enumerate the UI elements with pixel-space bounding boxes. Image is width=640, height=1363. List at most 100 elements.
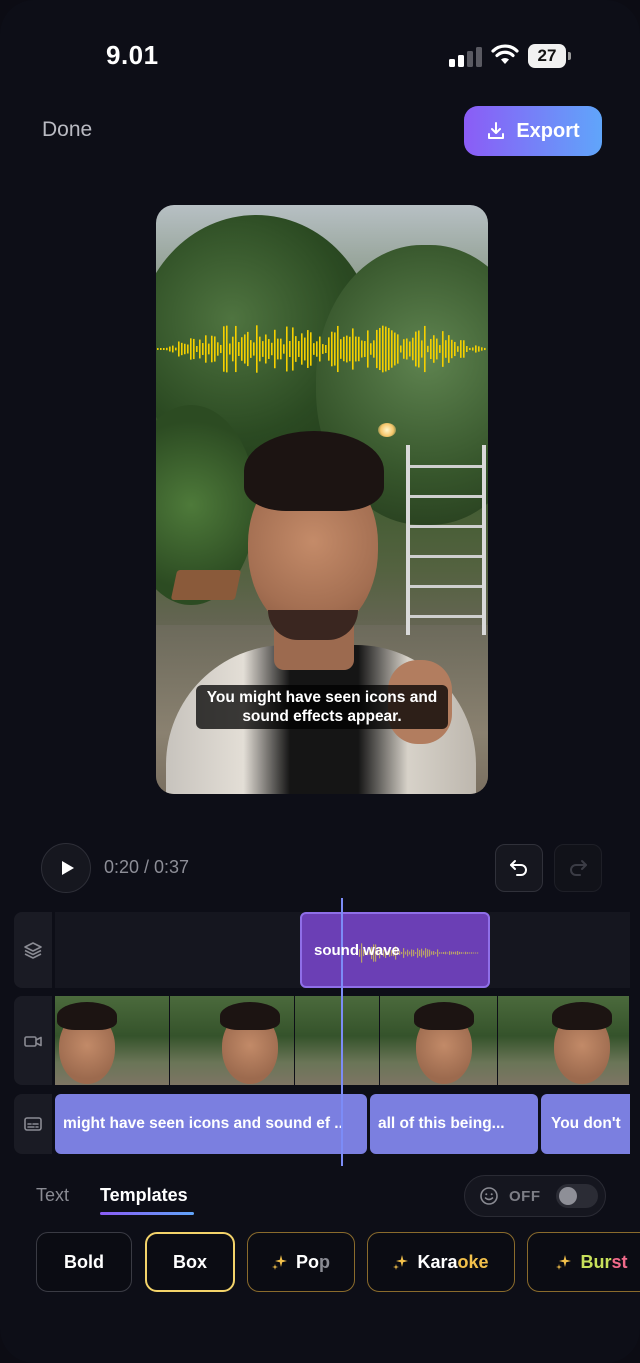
waveform-bar (460, 340, 462, 358)
waveform-bar (417, 948, 419, 958)
waveform-bar (169, 346, 171, 352)
video-frame (380, 996, 498, 1085)
captions-track-button[interactable] (14, 1094, 52, 1154)
waveform-bar (295, 336, 297, 362)
waveform-bar (247, 331, 249, 367)
waveform-bar (403, 339, 405, 359)
caption-overlay: You might have seen icons and sound effe… (196, 685, 448, 729)
waveform-bar (385, 326, 387, 372)
video-frame (295, 996, 380, 1085)
waveform-bar (196, 346, 198, 352)
toggle-switch[interactable] (556, 1184, 598, 1208)
sound-wave-overlay (157, 325, 486, 373)
waveform-bar (280, 338, 282, 360)
waveform-bar (211, 335, 213, 363)
video-track-button[interactable] (14, 996, 52, 1085)
cellular-signal-icon (449, 45, 483, 67)
waveform-bar (473, 952, 475, 954)
waveform-bar (447, 952, 449, 954)
waveform-bar (441, 952, 443, 954)
waveform-bar (475, 345, 477, 353)
waveform-bar (232, 336, 234, 362)
waveform-bar (238, 342, 240, 356)
waveform-bar (463, 952, 465, 954)
waveform-bar (292, 327, 294, 371)
sparkle-icon (393, 1255, 409, 1270)
tab-templates[interactable]: Templates (100, 1185, 188, 1206)
waveform-bar (304, 337, 306, 361)
caption-clip[interactable]: all of this being... (370, 1094, 538, 1154)
waveform-bar (220, 344, 222, 354)
waveform-bar (181, 342, 183, 356)
waveform-bar (463, 340, 465, 358)
export-button[interactable]: Export (464, 106, 602, 156)
waveform-bar (256, 325, 258, 373)
waveform-bar (160, 348, 162, 350)
waveform-bar (277, 338, 279, 360)
play-button[interactable] (41, 843, 91, 893)
waveform-bar (436, 338, 438, 360)
waveform-bar (205, 335, 207, 363)
waveform-bar (367, 330, 369, 368)
waveform-bar (454, 341, 456, 357)
waveform-bar (187, 344, 189, 354)
waveform-bar (437, 949, 439, 957)
waveform-bar (451, 339, 453, 359)
waveform-bar (391, 330, 393, 368)
waveform-bar (286, 326, 288, 372)
playhead[interactable] (341, 898, 343, 1166)
waveform-bar (373, 340, 375, 358)
play-icon (61, 861, 74, 875)
waveform-bar (334, 332, 336, 366)
waveform-bar (439, 952, 441, 954)
emoji-toggle[interactable]: OFF (464, 1175, 606, 1217)
redo-button[interactable] (554, 844, 602, 892)
waveform-bar (413, 949, 415, 957)
waveform-bar (226, 325, 228, 373)
effects-clip-sound-wave[interactable]: sound wave (300, 912, 490, 988)
waveform-bar (467, 952, 469, 954)
waveform-bar (461, 952, 463, 954)
sparkle-icon (556, 1255, 572, 1270)
undo-button[interactable] (495, 844, 543, 892)
waveform-bar (431, 951, 433, 955)
waveform-bar (283, 344, 285, 354)
waveform-bar (178, 341, 180, 357)
template-bold[interactable]: Bold (36, 1232, 132, 1292)
waveform-bar (469, 347, 471, 351)
waveform-bar (442, 331, 444, 367)
template-karaoke[interactable]: Karaoke (367, 1232, 515, 1292)
waveform-bar (465, 951, 467, 955)
waveform-bar (265, 334, 267, 364)
waveform-bar (471, 952, 473, 954)
waveform-bar (229, 343, 231, 355)
sparkle-icon (271, 1255, 287, 1270)
waveform-bar (445, 951, 447, 955)
waveform-bar (405, 951, 407, 955)
waveform-bar (298, 341, 300, 357)
template-box[interactable]: Box (145, 1232, 235, 1292)
waveform-bar (401, 952, 403, 954)
waveform-bar (346, 335, 348, 363)
waveform-bar (382, 325, 384, 373)
waveform-bar (268, 339, 270, 359)
waveform-bar (439, 345, 441, 353)
waveform-bar (423, 950, 425, 956)
waveform-bar (313, 343, 315, 355)
tab-text[interactable]: Text (36, 1185, 69, 1206)
waveform-bar (157, 348, 159, 350)
video-preview[interactable]: You might have seen icons and sound effe… (156, 205, 488, 794)
waveform-bar (406, 338, 408, 360)
video-camera-icon (24, 1035, 42, 1047)
caption-clip[interactable]: might have seen icons and sound ef .. (55, 1094, 367, 1154)
template-burst[interactable]: Burst (527, 1232, 640, 1292)
effects-track-button[interactable] (14, 912, 52, 988)
done-button[interactable]: Done (42, 118, 92, 142)
waveform-bar (448, 335, 450, 363)
template-pop[interactable]: Pop (247, 1232, 355, 1292)
caption-clip[interactable]: You don't (541, 1094, 630, 1154)
waveform-bar (259, 336, 261, 362)
template-label: Box (172, 1251, 207, 1272)
waveform-bar (355, 336, 357, 362)
waveform-bar (163, 348, 165, 350)
